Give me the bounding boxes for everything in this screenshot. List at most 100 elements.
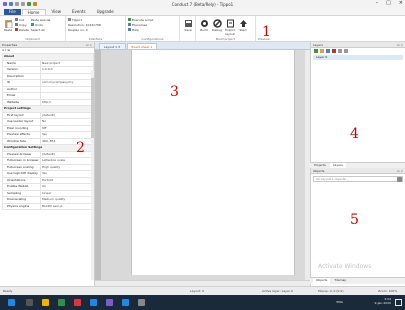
minimize-button[interactable]: – [376,0,379,6]
layer-folder-icon[interactable] [320,49,324,53]
notification-icon[interactable] [395,299,402,306]
layout-name-value: Tippo1 [72,17,83,22]
objects-filter-placeholder: All Layout 1 objects... [316,177,349,181]
layout-canvas[interactable] [95,50,310,280]
gear-icon [200,19,209,28]
cut-label: Cut [19,17,25,22]
delete-layer-icon[interactable] [332,49,336,53]
build-label: Build [200,28,208,32]
search-icon[interactable] [26,299,33,306]
property-key: Use high-DPI display [2,170,41,178]
scrollbar-thumb[interactable] [91,78,94,138]
build-group-label: Build project [216,37,235,41]
layer-item[interactable]: Layer 0 [313,55,403,60]
tab-objects[interactable]: Objects [313,278,331,284]
annotation-1: 1 [262,24,271,40]
property-value[interactable]: Box2D asm.js [40,202,94,210]
execute-script-label: Execute script [132,17,154,22]
display-value: Display on: 0 [68,27,88,32]
layers-toolbar [311,48,405,54]
delete-label: Delete [19,27,29,32]
filenames-icon [128,23,131,26]
maximize-button[interactable]: □ [386,0,391,6]
configuration-group: Execute script Filenames Help Configurat… [126,16,180,41]
help-icon [128,28,131,31]
filenames-label: Filenames [132,22,148,27]
layout-page[interactable] [131,50,295,275]
layers-header: Layers ⊡ × [311,42,405,48]
delete-icon [15,28,18,31]
objects-header: Objects ⊡ × [311,168,405,174]
export-label: Export layout [225,28,235,36]
save-icon [184,19,193,28]
interface-group: Tippo1 Resolution: 1024x768 Display on: … [66,16,126,41]
tab-event-sheet-1[interactable]: Event sheet 1 [126,43,158,49]
tab-layout-1[interactable]: Layout 1 ✕ [99,43,126,49]
save-button[interactable]: Save [182,17,194,33]
paste-special-label: Paste special [30,17,51,22]
objects-pin-icon[interactable]: ⊡ × [397,168,403,174]
property-key: Fullscreen in browser [2,157,41,165]
tray-language[interactable]: ENG [337,300,343,304]
layers-pin-icon[interactable]: ⊡ × [397,42,403,48]
annotation-3: 3 [170,84,179,100]
file-explorer-icon[interactable] [42,299,49,306]
paste-icon [4,19,13,28]
object-pane-tabs: Objects Tilemap [310,277,405,284]
app-red-icon[interactable] [74,299,81,306]
tray-clock[interactable]: 3:24 9-Jan-2020 [375,297,392,305]
export-button[interactable]: Export layout [224,17,236,36]
objects-filter[interactable]: All Layout 1 objects... [313,176,403,182]
layers-title: Layers [313,43,323,47]
start-menu-icon[interactable] [8,299,15,306]
settings-icon[interactable] [138,299,145,306]
undo-icon [30,23,34,26]
property-row[interactable]: Physics engine Box2D asm.js [2,202,94,210]
select-all-button[interactable]: Select All [31,27,51,32]
app-green-icon[interactable] [58,299,65,306]
help-button[interactable]: Help [128,27,177,32]
move-down-icon[interactable] [344,49,348,53]
window-title: Conduct 7 (Beta/Rely) - Tippo1 [171,1,234,7]
build-group: Build Debug Export layout Start Build pr… [196,16,256,41]
properties-scrollbar[interactable] [91,70,94,280]
select-all-label: Select All [30,27,45,32]
preview-group: Preview [256,16,405,41]
app-blue-icon[interactable] [90,299,97,306]
document-tabs: Layout 1 ✕ Event sheet 1 [95,42,310,50]
display-field[interactable]: Display on: 0 [68,27,123,32]
construct-app-icon[interactable] [106,299,113,306]
taskbar: ENG 3:24 9-Jan-2020 [0,295,405,310]
property-grid: About Name New project Version 1.0.0.0 Descri… [2,53,94,210]
clipboard-group: Paste Cut Copy Delete Paste special Undo… [0,16,66,41]
start-icon [239,19,248,28]
ribbon-tab-strip: File Home View Events Upgrade [0,8,405,15]
start-label: Start [239,28,247,32]
clipboard-group-label: Clipboard [25,37,40,41]
paste-special-button[interactable]: Paste special [31,17,51,22]
paste-button[interactable]: Paste [2,17,14,33]
ribbon: Paste Cut Copy Delete Paste special Undo… [0,15,405,42]
app-window: Conduct 7 (Beta/Rely) - Tippo1 – □ × Fil… [0,0,405,310]
property-key: Physics engine [2,202,41,210]
configuration-group-label: Configurations [141,37,164,41]
clock-date: 9-Jan-2020 [374,301,392,305]
tab-tilemap[interactable]: Tilemap [331,278,349,284]
edit-layer-icon[interactable] [326,49,330,53]
move-up-icon[interactable] [338,49,342,53]
filter-icon[interactable] [397,177,402,182]
build-button[interactable]: Build [198,17,210,36]
layers-pane: Layers ⊡ × Layer 0 [310,42,405,162]
delete-button[interactable]: Delete [15,27,29,32]
properties-pane: Properties ⊡ × A↓ ⊞ About Name New project… [0,42,95,296]
properties-header: Properties ⊡ × [0,42,94,48]
debug-button[interactable]: Debug [211,17,223,36]
pin-icon[interactable]: ⊡ × [86,42,92,48]
start-button[interactable]: Start [237,17,249,36]
annotation-5: 5 [350,212,359,228]
close-button[interactable]: × [399,0,403,6]
add-layer-icon[interactable] [314,49,318,53]
status-bar: Ready Layout: 0 Active layer: Layer 0 Mo… [0,286,405,295]
browser-icon[interactable] [122,299,129,306]
title-bar: Conduct 7 (Beta/Rely) - Tippo1 – □ × [0,0,405,8]
